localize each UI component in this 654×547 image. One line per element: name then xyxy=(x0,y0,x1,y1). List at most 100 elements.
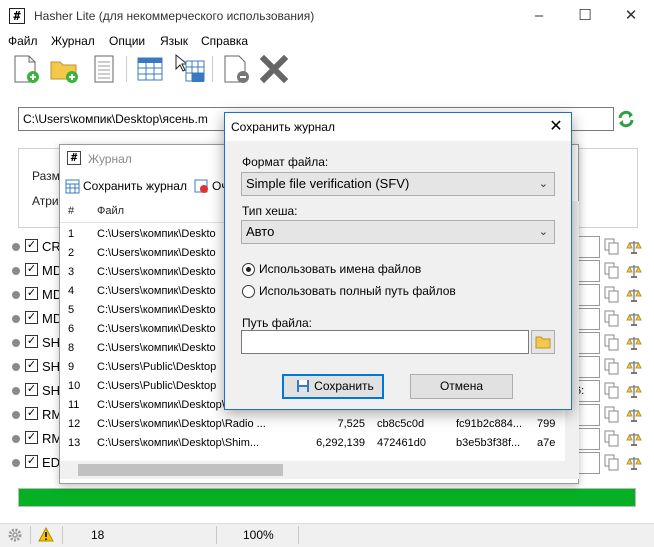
save-journal-button[interactable]: Сохранить журнал xyxy=(83,179,187,193)
column-file[interactable]: Файл xyxy=(97,205,124,217)
hash-name: CR xyxy=(42,239,61,254)
cancel-button[interactable]: Отмена xyxy=(410,374,513,399)
warning-icon xyxy=(38,527,54,542)
copy-icon[interactable] xyxy=(604,334,619,351)
hash-checkbox[interactable]: ✓ xyxy=(25,455,38,468)
copy-icon[interactable] xyxy=(604,358,619,375)
hash-checkbox[interactable]: ✓ xyxy=(25,383,38,396)
menu-journal[interactable]: Журнал xyxy=(51,34,95,48)
compare-icon[interactable] xyxy=(626,407,642,423)
refresh-icon[interactable] xyxy=(616,109,636,129)
hash-checkbox[interactable]: ✓ xyxy=(25,335,38,348)
horizontal-scrollbar[interactable] xyxy=(60,461,565,479)
hash-type-select[interactable]: Авто ⌄ xyxy=(241,220,555,244)
copy-icon[interactable] xyxy=(604,286,619,303)
compare-icon[interactable] xyxy=(626,383,642,399)
row-number: 13 xyxy=(68,437,81,449)
status-dot xyxy=(12,243,20,251)
file-path-field[interactable] xyxy=(241,330,529,354)
hash-checkbox[interactable]: ✓ xyxy=(25,359,38,372)
row-hash-extra: a7e xyxy=(537,437,556,449)
radio-full-path-label[interactable]: Использовать полный путь файлов xyxy=(259,284,456,298)
window-title: Hasher Lite (для некоммерческого использ… xyxy=(34,9,315,23)
menu-language[interactable]: Язык xyxy=(160,34,188,48)
dialog-close-button[interactable]: ✕ xyxy=(541,113,571,141)
row-number: 2 xyxy=(68,247,75,259)
hash-name: SH xyxy=(42,335,61,350)
hash-checkbox[interactable]: ✓ xyxy=(25,431,38,444)
radio-full-path[interactable] xyxy=(242,285,255,298)
menu-options[interactable]: Опции xyxy=(109,34,145,48)
hash-checkbox[interactable]: ✓ xyxy=(25,311,38,324)
radio-file-names[interactable] xyxy=(242,263,255,276)
hash-checkbox[interactable]: ✓ xyxy=(25,407,38,420)
file-format-select[interactable]: Simple file verification (SFV) ⌄ xyxy=(241,172,555,196)
row-file: C:\Users\компик\Deskto xyxy=(97,342,216,354)
compare-icon[interactable] xyxy=(626,359,642,375)
hash-checkbox[interactable]: ✓ xyxy=(25,287,38,300)
row-crc32: 472461d0 xyxy=(377,437,426,449)
row-file: C:\Users\Public\Desktop xyxy=(97,361,217,373)
menu-file[interactable]: Файл xyxy=(8,34,38,48)
chevron-down-icon: ⌄ xyxy=(538,178,548,190)
table-icon[interactable] xyxy=(134,53,166,85)
copy-icon[interactable] xyxy=(604,382,619,399)
add-folder-icon[interactable] xyxy=(48,53,80,85)
hash-checkbox[interactable]: ✓ xyxy=(25,239,38,252)
status-dot xyxy=(12,291,20,299)
gear-icon[interactable] xyxy=(7,527,23,543)
radio-file-names-label[interactable]: Использовать имена файлов xyxy=(259,262,421,276)
status-dot xyxy=(12,411,20,419)
status-dot xyxy=(12,387,20,395)
compare-icon[interactable] xyxy=(626,311,642,327)
close-button[interactable]: ✕ xyxy=(608,0,654,32)
compare-icon[interactable] xyxy=(626,455,642,471)
app-icon: # xyxy=(9,8,25,24)
hash-name: SH xyxy=(42,359,61,374)
copy-icon[interactable] xyxy=(604,406,619,423)
save-journal-icon[interactable] xyxy=(174,53,206,85)
status-separator xyxy=(62,526,63,544)
table-save-icon xyxy=(65,179,80,194)
document-icon[interactable] xyxy=(88,53,120,85)
row-number: 3 xyxy=(68,266,75,278)
file-path-label: Путь файла: xyxy=(242,316,312,330)
status-dot xyxy=(12,459,20,467)
compare-icon[interactable] xyxy=(626,287,642,303)
folder-icon xyxy=(535,336,551,349)
copy-icon[interactable] xyxy=(604,310,619,327)
save-button[interactable]: Сохранить xyxy=(282,374,384,399)
journal-row[interactable]: 13 C:\Users\компик\Desktop\Shim... 6,292,1… xyxy=(60,434,578,453)
column-number[interactable]: # xyxy=(68,205,74,217)
browse-button[interactable] xyxy=(531,330,555,354)
status-dot xyxy=(12,363,20,371)
new-file-icon[interactable] xyxy=(10,53,42,85)
maximize-button[interactable]: ☐ xyxy=(562,0,608,32)
row-number: 8 xyxy=(68,342,75,354)
copy-icon[interactable] xyxy=(604,454,619,471)
size-label: Разм xyxy=(32,169,60,183)
minimize-button[interactable]: – xyxy=(516,0,562,32)
delete-x-icon[interactable] xyxy=(258,53,290,85)
status-dot xyxy=(12,435,20,443)
row-file: C:\Users\компик\Desktop\Radio ... xyxy=(97,418,266,430)
hash-checkbox[interactable]: ✓ xyxy=(25,263,38,276)
row-crc32: cb8c5c0d xyxy=(377,418,425,430)
journal-row[interactable]: 12 C:\Users\компик\Desktop\Radio ... 7,525… xyxy=(60,415,578,434)
row-hash: b3e5b3f38f... xyxy=(456,437,521,449)
scrollbar-thumb[interactable] xyxy=(78,464,283,476)
progress-percent: 100% xyxy=(243,528,274,542)
menu-help[interactable]: Справка xyxy=(201,34,248,48)
file-count: 18 xyxy=(91,528,105,542)
row-number: 5 xyxy=(68,304,75,316)
copy-icon[interactable] xyxy=(604,430,619,447)
hash-name: SH xyxy=(42,383,61,398)
compare-icon[interactable] xyxy=(626,335,642,351)
compare-icon[interactable] xyxy=(626,239,642,255)
copy-icon[interactable] xyxy=(604,262,619,279)
remove-file-icon[interactable] xyxy=(220,53,252,85)
floppy-save-icon xyxy=(297,380,309,392)
compare-icon[interactable] xyxy=(626,431,642,447)
copy-icon[interactable] xyxy=(604,238,619,255)
compare-icon[interactable] xyxy=(626,263,642,279)
